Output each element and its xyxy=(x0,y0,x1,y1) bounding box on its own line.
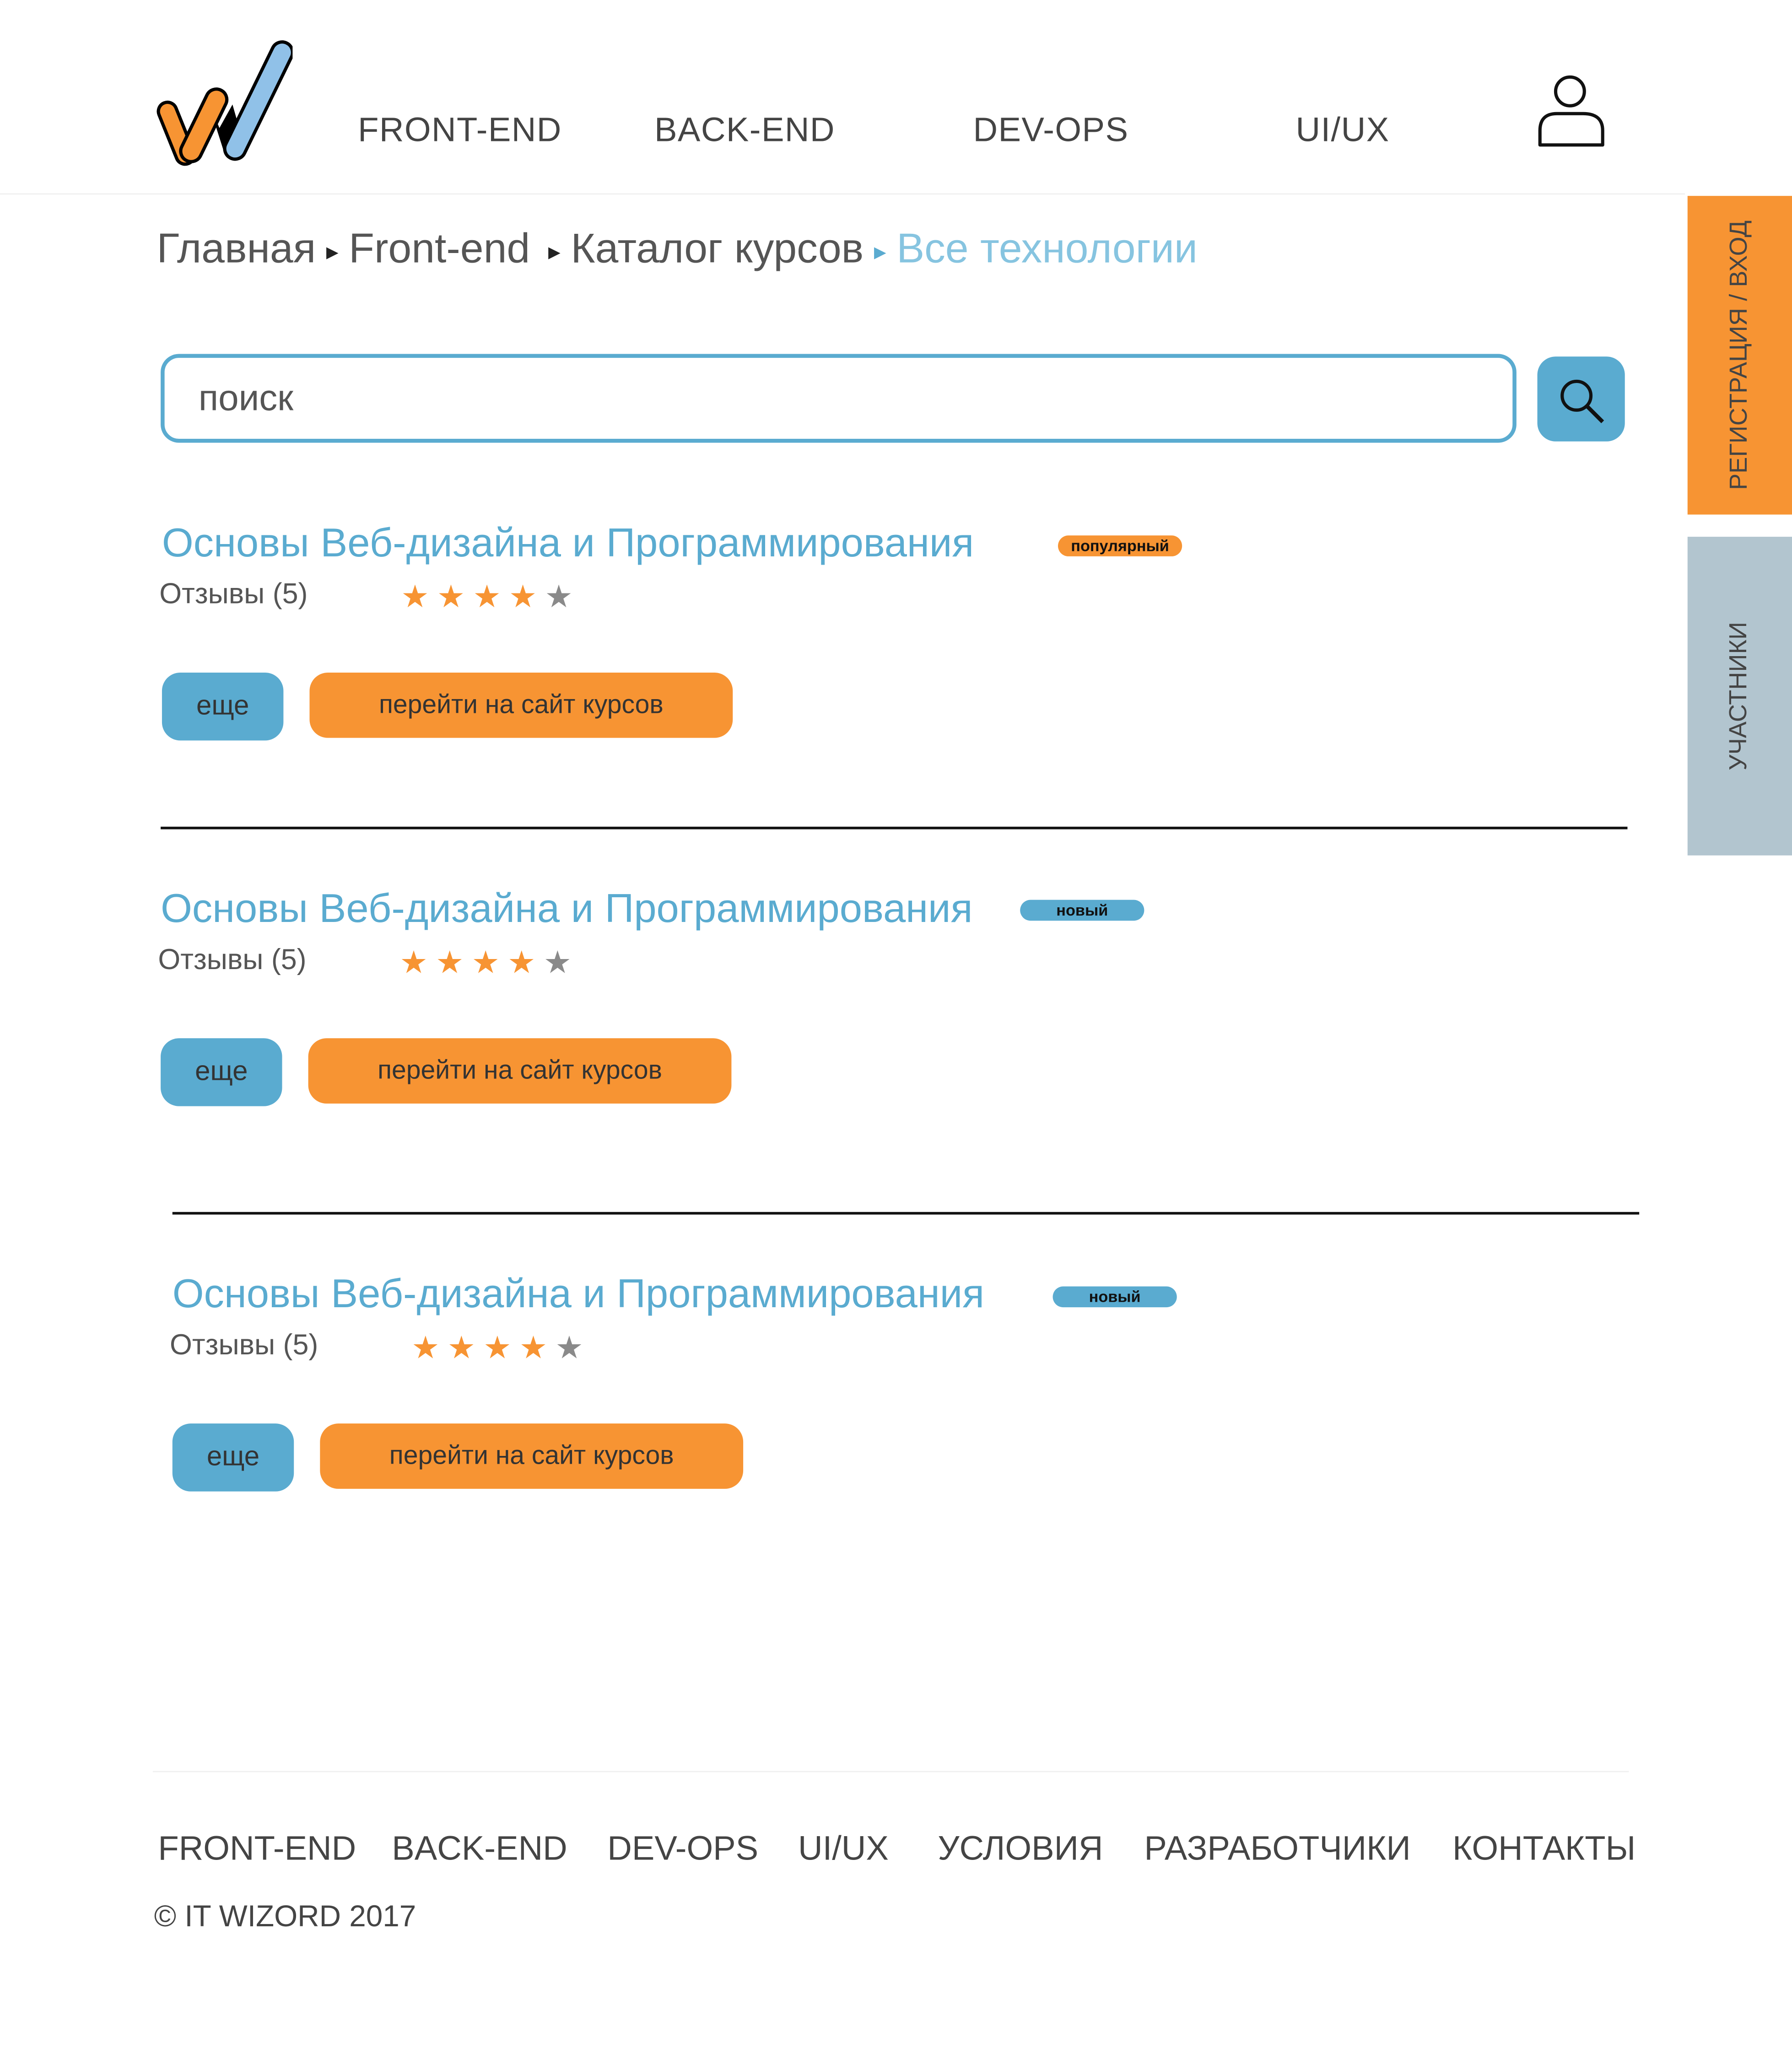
search-icon xyxy=(1560,379,1604,423)
status-badge: новый xyxy=(1020,900,1144,921)
breadcrumb: Главная ▶ Front-end ▶ Каталог курсов ▶ Все тех… xyxy=(157,225,1198,273)
user-icon[interactable] xyxy=(1535,73,1608,149)
status-badge: популярный xyxy=(1058,535,1182,556)
breadcrumb-catalog[interactable]: Каталог курсов xyxy=(571,225,864,272)
nav-dev-ops[interactable]: DEV-OPS xyxy=(973,110,1128,150)
breadcrumb-arrow-icon: ▶ xyxy=(326,242,339,261)
members-tab[interactable]: УЧАСТНИКИ xyxy=(1687,537,1792,856)
nav-ui-ux[interactable]: UI/UX xyxy=(1295,110,1389,150)
breadcrumb-home[interactable]: Главная xyxy=(157,225,316,272)
footer-link-ui-ux[interactable]: UI/UX xyxy=(798,1828,889,1869)
register-login-label: РЕГИСТРАЦИЯ / ВХОД xyxy=(1725,220,1753,490)
header-divider xyxy=(0,193,1685,195)
rating-stars: ★★★★★ xyxy=(399,944,579,982)
footer-link-dev-ops[interactable]: DEV-OPS xyxy=(607,1828,758,1869)
nav-front-end[interactable]: FRONT-END xyxy=(358,110,562,150)
star-empty-icon: ★ xyxy=(543,945,580,981)
rating-stars: ★★★★★ xyxy=(411,1330,591,1368)
breadcrumb-arrow-icon: ▶ xyxy=(548,242,561,261)
star-icon: ★★★★ xyxy=(399,945,544,981)
course-card: Основы Веб-дизайна и Программирования но… xyxy=(158,885,1650,1147)
footer-link-front-end[interactable]: FRONT-END xyxy=(158,1828,356,1869)
more-button[interactable]: еще xyxy=(161,1038,282,1106)
reviews-link[interactable]: Отзывы (5) xyxy=(158,943,306,977)
more-button[interactable]: еще xyxy=(162,672,284,741)
star-icon: ★★★★ xyxy=(401,580,545,615)
go-to-course-site-button[interactable]: перейти на сайт курсов xyxy=(308,1038,732,1104)
search-button[interactable] xyxy=(1537,356,1625,442)
footer-link-back-end[interactable]: BACK-END xyxy=(392,1828,567,1869)
footer-link-contacts[interactable]: КОНТАКТЫ xyxy=(1452,1828,1635,1869)
copyright: © IT WIZORD 2017 xyxy=(154,1899,416,1933)
more-button[interactable]: еще xyxy=(172,1423,294,1492)
breadcrumb-current: Все технологии xyxy=(896,224,1198,272)
breadcrumb-arrow-icon: ▶ xyxy=(874,242,886,261)
reviews-link[interactable]: Отзывы (5) xyxy=(170,1328,318,1362)
footer-link-terms[interactable]: УСЛОВИЯ xyxy=(938,1828,1103,1869)
go-to-course-site-button[interactable]: перейти на сайт курсов xyxy=(309,672,733,738)
course-title[interactable]: Основы Веб-дизайна и Программирования xyxy=(161,885,972,932)
members-label: УЧАСТНИКИ xyxy=(1725,621,1753,771)
divider xyxy=(172,1212,1640,1215)
nav-back-end[interactable]: BACK-END xyxy=(654,110,835,150)
divider xyxy=(161,826,1628,830)
star-icon: ★★★★ xyxy=(411,1331,556,1366)
course-title[interactable]: Основы Веб-дизайна и Программирования xyxy=(173,1271,984,1318)
star-empty-icon: ★ xyxy=(555,1331,591,1366)
footer-divider xyxy=(152,1771,1629,1773)
logo[interactable] xyxy=(157,37,293,167)
status-badge: новый xyxy=(1053,1286,1177,1308)
rating-stars: ★★★★★ xyxy=(401,578,581,616)
breadcrumb-front-end[interactable]: Front-end xyxy=(349,225,530,272)
course-title[interactable]: Основы Веб-дизайна и Программирования xyxy=(162,520,974,567)
course-card: Основы Веб-дизайна и Программирования но… xyxy=(170,1271,1662,1532)
search-input[interactable] xyxy=(161,354,1517,443)
register-login-tab[interactable]: РЕГИСТРАЦИЯ / ВХОД xyxy=(1687,196,1792,515)
footer-link-developers[interactable]: РАЗРАБОТЧИКИ xyxy=(1144,1828,1410,1869)
reviews-link[interactable]: Отзывы (5) xyxy=(159,577,308,611)
course-card: Основы Веб-дизайна и Программирования по… xyxy=(159,520,1651,781)
star-empty-icon: ★ xyxy=(545,580,581,615)
go-to-course-site-button[interactable]: перейти на сайт курсов xyxy=(320,1423,744,1489)
